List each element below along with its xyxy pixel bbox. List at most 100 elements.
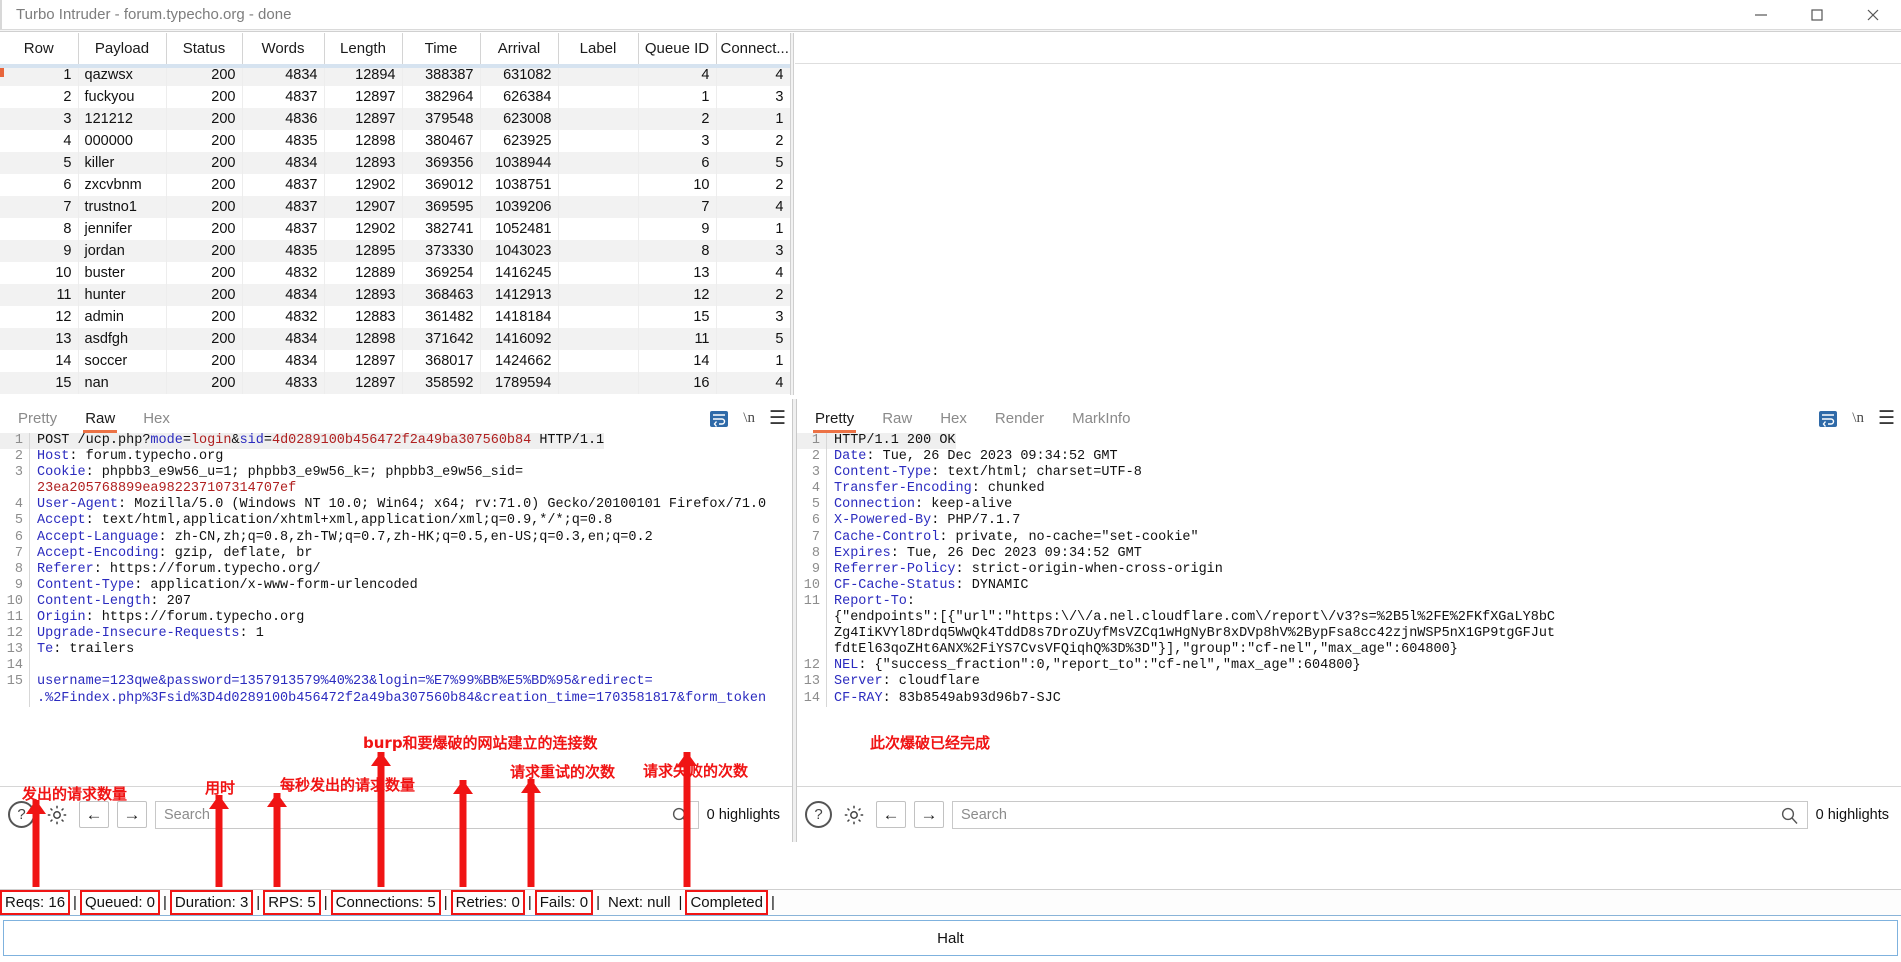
response-code-line: 3 Content-Type: text/html; charset=UTF-8 <box>797 465 1901 482</box>
maximize-icon[interactable] <box>1789 0 1845 30</box>
line-number: 6 <box>797 513 827 530</box>
gear-icon[interactable] <box>840 801 868 829</box>
table-row[interactable]: 8 jennifer 200 4837 12902 382741 1052481 9 1 <box>0 218 791 240</box>
halt-button[interactable]: Halt <box>3 920 1898 956</box>
response-tab-markinfo[interactable]: MarkInfo <box>1062 410 1140 433</box>
cell-status: 200 <box>166 152 243 174</box>
cell-length: 12898 <box>324 130 403 152</box>
column-header-arrival[interactable]: Arrival <box>480 33 559 65</box>
column-header-row[interactable]: Row <box>0 33 79 65</box>
line-text: HTTP/1.1 200 OK <box>827 433 956 450</box>
annotation-retries: 请求重试的次数 <box>510 763 616 781</box>
table-row[interactable]: 3 121212 200 4836 12897 379548 623008 2 1 <box>0 108 791 130</box>
annotation-completed: 此次爆破已经完成 <box>870 734 991 752</box>
close-icon[interactable] <box>1845 0 1901 30</box>
column-header-status[interactable]: Status <box>166 33 243 65</box>
table-row[interactable]: 14 soccer 200 4834 12897 368017 1424662 14 1 <box>0 350 791 372</box>
cell-status: 200 <box>166 218 243 240</box>
back-button[interactable]: ← <box>876 801 906 828</box>
results-table[interactable]: Row Payload Status Words Length Time Arrival La… <box>0 33 791 394</box>
search-input[interactable]: Search <box>952 800 1808 830</box>
response-tab-hex[interactable]: Hex <box>930 410 977 433</box>
request-code-line: 8 Referer: https://forum.typecho.org/ <box>0 561 792 578</box>
cell-label <box>558 284 639 306</box>
cell-connections: 3 <box>716 306 791 328</box>
help-icon[interactable]: ? <box>805 801 832 828</box>
back-button[interactable]: ← <box>79 801 109 828</box>
cell-payload: asdfgh <box>78 328 167 350</box>
minimize-icon[interactable] <box>1733 0 1789 30</box>
table-row[interactable]: 4 000000 200 4835 12898 380467 623925 3 2 <box>0 130 791 152</box>
table-row[interactable]: 5 killer 200 4834 12893 369356 1038944 6 5 <box>0 152 791 174</box>
column-header-queue-id[interactable]: Queue ID <box>638 33 717 65</box>
table-row[interactable]: 2 fuckyou 200 4837 12897 382964 626384 1 3 <box>0 86 791 108</box>
cell-time: 361482 <box>402 306 481 328</box>
request-tab-raw[interactable]: Raw <box>75 410 125 433</box>
cell-status: 200 <box>166 174 243 196</box>
word-wrap-icon[interactable] <box>709 410 729 428</box>
cell-length: 12907 <box>324 196 403 218</box>
cell-queue-id: 16 <box>638 372 717 394</box>
table-row[interactable]: 10 buster 200 4832 12889 369254 1416245 13 4 <box>0 262 791 284</box>
request-tab-hex[interactable]: Hex <box>133 410 180 433</box>
table-vertical-divider[interactable] <box>790 33 794 395</box>
cell-arrival: 1416092 <box>480 328 559 350</box>
forward-button[interactable]: → <box>914 801 944 828</box>
table-row[interactable]: 7 trustno1 200 4837 12907 369595 1039206 7 4 <box>0 196 791 218</box>
response-tab-raw[interactable]: Raw <box>872 410 922 433</box>
menu-icon[interactable]: ☰ <box>1878 409 1895 428</box>
cell-words: 4834 <box>242 284 325 306</box>
table-row[interactable]: 11 hunter 200 4834 12893 368463 1412913 12 2 <box>0 284 791 306</box>
request-tab-pretty[interactable]: Pretty <box>8 410 67 433</box>
cell-row: 5 <box>0 152 79 174</box>
column-header-label[interactable]: Label <box>558 33 639 65</box>
cell-time: 369595 <box>402 196 481 218</box>
cell-words: 4837 <box>242 174 325 196</box>
cell-queue-id: 7 <box>638 196 717 218</box>
column-header-connect[interactable]: Connect... <box>716 33 791 65</box>
response-code-line: 2 Date: Tue, 26 Dec 2023 09:34:52 GMT <box>797 449 1901 466</box>
table-row[interactable]: 12 admin 200 4832 12883 361482 1418184 15 3 <box>0 306 791 328</box>
forward-button[interactable]: → <box>117 801 147 828</box>
status-separator: | <box>73 894 77 911</box>
line-number <box>797 610 827 627</box>
window-title: Turbo Intruder - forum.typecho.org - don… <box>16 6 292 23</box>
search-icon[interactable] <box>1780 806 1799 830</box>
column-header-payload[interactable]: Payload <box>78 33 167 65</box>
line-text: Content-Length: 207 <box>37 593 191 609</box>
menu-icon[interactable]: ☰ <box>769 409 786 428</box>
line-number: 14 <box>797 690 827 707</box>
cell-row: 15 <box>0 372 79 394</box>
search-input[interactable]: Search <box>155 800 699 830</box>
cell-time: 368017 <box>402 350 481 372</box>
status-separator: | <box>527 894 532 911</box>
column-header-time[interactable]: Time <box>402 33 481 65</box>
newline-icon[interactable]: \n <box>1852 410 1864 427</box>
cell-label <box>558 372 639 394</box>
status-item-reqs: Reqs: 16 <box>0 890 71 915</box>
cell-connections: 1 <box>716 108 791 130</box>
table-row[interactable]: 13 asdfgh 200 4834 12898 371642 1416092 11 5 <box>0 328 791 350</box>
column-header-words[interactable]: Words <box>242 33 325 65</box>
cell-row: 10 <box>0 262 79 284</box>
help-icon[interactable]: ? <box>8 801 35 828</box>
response-tab-pretty[interactable]: Pretty <box>805 410 864 433</box>
cell-status: 200 <box>166 328 243 350</box>
line-text: Cookie: phpbb3_e9w56_u=1; phpbb3_e9w56_k… <box>37 465 524 481</box>
response-tab-render[interactable]: Render <box>985 410 1054 433</box>
line-text: Upgrade-Insecure-Requests: 1 <box>37 626 264 642</box>
search-icon[interactable] <box>671 806 690 830</box>
word-wrap-icon[interactable] <box>1818 410 1838 428</box>
table-row[interactable]: 15 nan 200 4833 12897 358592 1789594 16 4 <box>0 372 791 394</box>
table-row[interactable]: 9 jordan 200 4835 12895 373330 1043023 8 3 <box>0 240 791 262</box>
table-row[interactable]: 6 zxcvbnm 200 4837 12902 369012 1038751 10 2 <box>0 174 791 196</box>
cell-words: 4832 <box>242 306 325 328</box>
gear-icon[interactable] <box>43 801 71 829</box>
line-number: 14 <box>0 658 30 675</box>
cell-arrival: 1052481 <box>480 218 559 240</box>
cell-length: 12897 <box>324 86 403 108</box>
request-code-line: 10 Content-Length: 207 <box>0 593 792 611</box>
column-header-length[interactable]: Length <box>324 33 403 65</box>
newline-icon[interactable]: \n <box>743 410 755 427</box>
cell-connections: 5 <box>716 152 791 174</box>
